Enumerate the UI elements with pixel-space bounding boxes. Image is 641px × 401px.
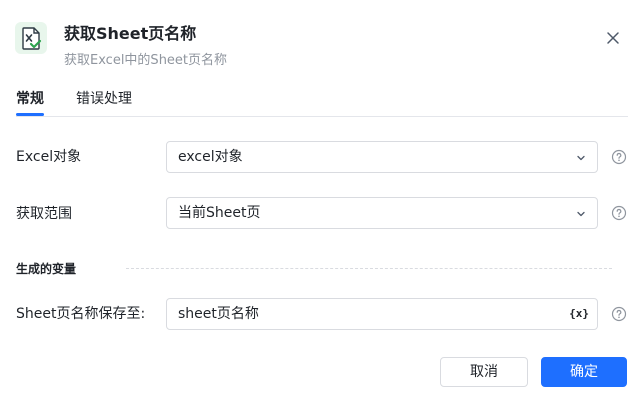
confirm-button[interactable]: 确定 <box>541 357 627 387</box>
dialog-title: 获取Sheet页名称 <box>64 24 197 43</box>
tab-general[interactable]: 常规 <box>16 90 44 108</box>
cancel-button[interactable]: 取消 <box>440 357 528 387</box>
excel-object-label: Excel对象 <box>16 149 82 165</box>
chevron-down-icon <box>577 211 585 217</box>
excel-sheet-icon <box>15 22 47 54</box>
excel-object-select[interactable]: excel对象 <box>166 141 598 173</box>
tab-error-handling[interactable]: 错误处理 <box>76 90 132 108</box>
output-var-value: sheet页名称 <box>178 306 259 322</box>
tab-bar: 常规 错误处理 <box>0 85 641 117</box>
excel-object-value: excel对象 <box>178 149 243 165</box>
output-var-label: Sheet页名称保存至: <box>16 306 146 322</box>
chevron-down-icon <box>577 155 585 161</box>
range-label: 获取范围 <box>16 206 72 222</box>
range-value: 当前Sheet页 <box>178 205 261 221</box>
help-icon[interactable] <box>611 306 627 322</box>
help-icon[interactable] <box>611 149 627 165</box>
output-var-input[interactable]: sheet页名称 {x} <box>166 298 598 330</box>
section-divider <box>126 268 612 269</box>
close-icon[interactable] <box>605 30 621 46</box>
tabs-divider <box>16 116 628 117</box>
output-section-label: 生成的变量 <box>16 262 77 276</box>
range-select[interactable]: 当前Sheet页 <box>166 197 598 229</box>
variable-insert-button[interactable]: {x} <box>569 306 589 322</box>
help-icon[interactable] <box>611 205 627 221</box>
dialog-subtitle: 获取Excel中的Sheet页名称 <box>64 53 228 68</box>
